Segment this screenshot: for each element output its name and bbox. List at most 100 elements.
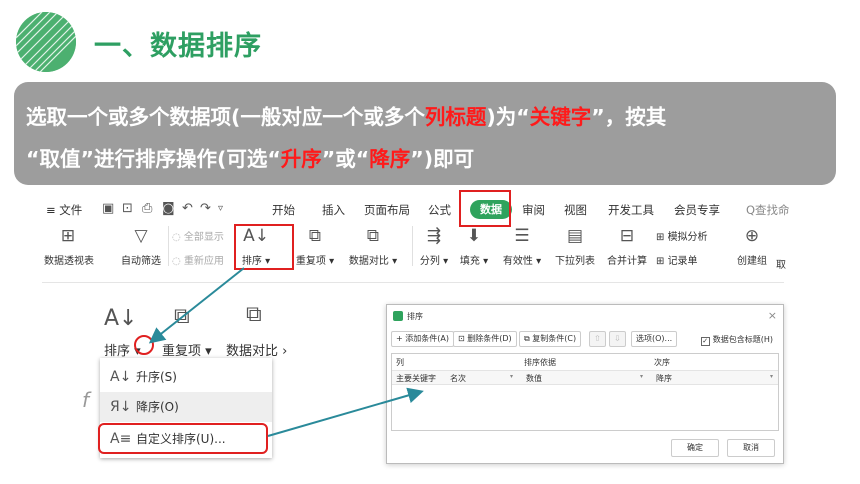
tab-formula[interactable]: 公式 bbox=[428, 202, 451, 218]
fill-down-icon: ⬇ bbox=[466, 226, 482, 246]
consolidate-button[interactable]: ⊟ 合并计算 bbox=[602, 224, 652, 267]
redo-icon[interactable]: ↷ bbox=[200, 201, 211, 216]
banner-text: ”，按其 bbox=[591, 105, 667, 129]
zoom-label: 重复项 bbox=[162, 344, 202, 359]
dropdown-list-button[interactable]: ▤ 下拉列表 bbox=[550, 224, 600, 267]
menu-item-descending[interactable]: Я↓ 降序(O) bbox=[100, 392, 272, 422]
options-button[interactable]: 选项(O)... bbox=[631, 331, 678, 347]
tool-label: 分列 bbox=[419, 256, 440, 267]
tool-label: 数据对比 bbox=[348, 256, 389, 267]
move-up-button[interactable]: ⇧ bbox=[589, 331, 606, 347]
key-select[interactable]: 名次 bbox=[450, 373, 466, 384]
tab-developer[interactable]: 开发工具 bbox=[608, 202, 654, 218]
ribbon-separator bbox=[168, 226, 169, 266]
compare-button[interactable]: ⧉ 数据对比 ▾ bbox=[344, 224, 402, 267]
chevron-down-icon: ▾ bbox=[640, 373, 644, 380]
duplicates-button[interactable]: ⧉ 重复项 ▾ bbox=[292, 224, 338, 267]
tool-label: 数据透视表 bbox=[44, 256, 94, 267]
tool-label: 重复项 ▾ bbox=[295, 256, 335, 267]
split-button[interactable]: ⇶ 分列 ▾ bbox=[416, 224, 452, 267]
ribbon-screenshot: ≡ 文件 ▣ ⊡ ⎙ ◙ ↶ ↷ ▿ 开始 插入 页面布局 公式 数据 审阅 视… bbox=[42, 196, 790, 284]
record-button[interactable]: ⊞ 记录单 bbox=[656, 252, 698, 267]
ok-button[interactable]: 确定 bbox=[671, 439, 719, 457]
tab-page-layout[interactable]: 页面布局 bbox=[364, 202, 410, 218]
tool-label: 下拉列表 bbox=[555, 256, 595, 267]
tab-view[interactable]: 视图 bbox=[564, 202, 587, 218]
tool-label: 创建组 bbox=[737, 256, 767, 267]
undo-icon[interactable]: ↶ bbox=[182, 201, 193, 216]
instruction-banner: 选取一个或多个数据项(一般对应一个或多个列标题)为“关键字”，按其 “取值”进行… bbox=[14, 82, 836, 185]
tool-label: 记录单 bbox=[667, 256, 698, 267]
close-icon[interactable]: × bbox=[768, 309, 777, 322]
ribbon-separator bbox=[412, 226, 413, 266]
zoom-duplicates-label[interactable]: 重复项 ▾ bbox=[162, 340, 212, 359]
arrow-down-icon: ⇩ bbox=[614, 334, 621, 343]
column-header: 排序依据 bbox=[524, 358, 556, 367]
zoom-label: 数据对比 bbox=[226, 344, 279, 359]
menu-item-ascending[interactable]: A↓ 升序(S) bbox=[100, 362, 272, 392]
filter-icon: ▽ bbox=[134, 226, 148, 246]
tool-label: 重新应用 bbox=[183, 256, 224, 267]
key-label: 主要关键字 bbox=[396, 374, 436, 383]
consolidate-icon: ⊟ bbox=[619, 226, 635, 246]
tab-review[interactable]: 审阅 bbox=[522, 202, 545, 218]
copy-condition-button[interactable]: ⧉ 复制条件(C) bbox=[519, 331, 582, 347]
export-icon[interactable]: ⊡ bbox=[122, 201, 133, 216]
pivot-table-icon: ⊞ bbox=[60, 226, 76, 246]
show-all-button[interactable]: ◌ 全部显示 bbox=[172, 228, 224, 243]
autofilter-button[interactable]: ▽ 自动筛选 bbox=[116, 224, 166, 267]
save-icon[interactable]: ▣ bbox=[102, 201, 114, 216]
banner-text: “取值”进行排序操作(可选“ bbox=[26, 147, 281, 171]
cancel-button[interactable]: 取消 bbox=[727, 439, 775, 457]
banner-highlight: 关键字 bbox=[529, 105, 592, 129]
customize-icon[interactable]: ▿ bbox=[218, 203, 223, 214]
sort-ascending-icon: A↓ bbox=[110, 369, 132, 385]
basis-select[interactable]: 数值 bbox=[526, 373, 542, 384]
validity-icon: ☰ bbox=[514, 226, 530, 246]
create-group-button[interactable]: ⊕ 创建组 bbox=[732, 224, 772, 267]
trash-icon: ⊡ bbox=[458, 334, 468, 343]
order-select[interactable]: 降序 bbox=[656, 373, 672, 384]
menu-item-label: 升序(S) bbox=[136, 370, 177, 384]
add-condition-button[interactable]: + 添加条件(A) bbox=[391, 331, 454, 347]
zoom-label: 排序 bbox=[104, 344, 131, 359]
move-down-button[interactable]: ⇩ bbox=[609, 331, 626, 347]
sort-conditions-grid: 列 排序依据 次序 主要关键字 名次 ▾ 数值 ▾ 降序 ▾ bbox=[391, 353, 779, 431]
tab-insert[interactable]: 插入 bbox=[322, 202, 345, 218]
button-label: 删除条件(D) bbox=[467, 334, 512, 343]
zoom-compare-label[interactable]: 数据对比 › bbox=[226, 340, 287, 359]
reapply-button[interactable]: ◌ 重新应用 bbox=[172, 252, 224, 267]
banner-line-1: 选取一个或多个数据项(一般对应一个或多个列标题)为“关键字”，按其 bbox=[26, 96, 822, 138]
reapply-icon: ◌ bbox=[172, 256, 184, 267]
column-header: 列 bbox=[396, 358, 404, 367]
menu-item-label: 降序(O) bbox=[136, 400, 179, 414]
search-box[interactable]: Q查找命 bbox=[746, 202, 790, 218]
banner-text: ”或“ bbox=[321, 147, 370, 171]
pivot-table-button[interactable]: ⊞ 数据透视表 bbox=[44, 224, 94, 267]
print-icon[interactable]: ⎙ bbox=[142, 201, 152, 216]
file-menu[interactable]: ≡ 文件 bbox=[46, 202, 82, 218]
show-all-icon: ◌ bbox=[172, 232, 184, 243]
tool-label: 填充 ▾ bbox=[459, 256, 489, 267]
dropdown-list-icon: ▤ bbox=[566, 226, 584, 246]
delete-condition-button[interactable]: ⊡ 删除条件(D) bbox=[453, 331, 517, 347]
tab-home[interactable]: 开始 bbox=[272, 202, 295, 218]
dialog-title-bar: 排序 × bbox=[387, 305, 785, 327]
validity-button[interactable]: ☰ 有效性 ▾ bbox=[498, 224, 546, 267]
formula-icon: f bbox=[82, 388, 90, 412]
app-icon bbox=[393, 311, 403, 321]
record-icon: ⊞ bbox=[656, 256, 668, 267]
fill-button[interactable]: ⬇ 填充 ▾ bbox=[456, 224, 492, 267]
tool-label: 有效性 ▾ bbox=[502, 256, 542, 267]
checkbox-label: 数据包含标题(H) bbox=[712, 335, 773, 344]
has-header-checkbox[interactable]: ✓ 数据包含标题(H) bbox=[700, 334, 773, 346]
duplicates-icon: ⧉ bbox=[308, 226, 322, 246]
banner-highlight: 降序 bbox=[369, 147, 411, 171]
tab-member[interactable]: 会员专享 bbox=[674, 202, 720, 218]
preview-icon[interactable]: ◙ bbox=[162, 201, 175, 216]
what-if-button[interactable]: ⊞ 模拟分析 bbox=[656, 228, 708, 243]
ungroup-button[interactable]: 取 bbox=[776, 256, 786, 271]
tool-label: 分列 ▾ bbox=[419, 256, 449, 267]
ribbon-divider bbox=[42, 282, 784, 283]
tool-label: 有效性 bbox=[502, 256, 533, 267]
